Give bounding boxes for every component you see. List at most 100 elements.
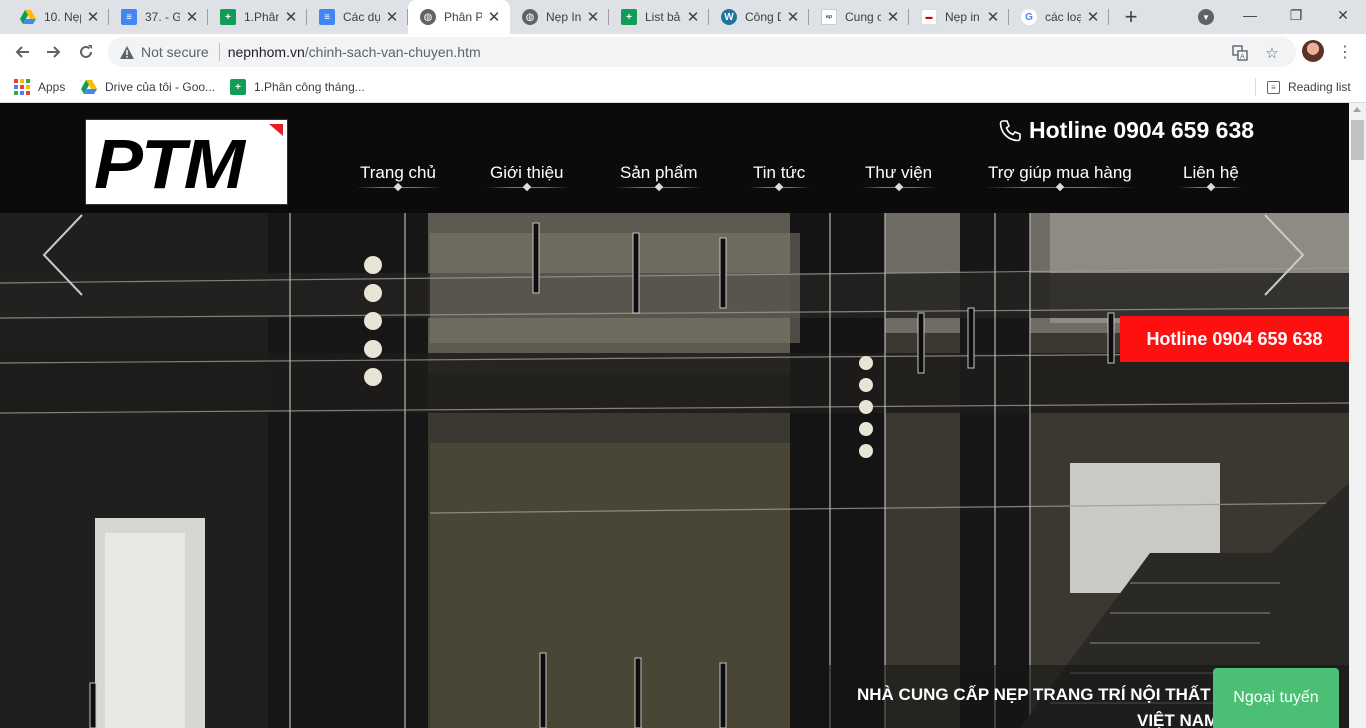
browser-tab[interactable]: ▬ Nẹp in ✕ (909, 0, 1009, 34)
close-tab-icon[interactable]: ✕ (384, 9, 400, 26)
minimize-button[interactable]: — (1227, 0, 1273, 30)
hotline-text: Hotline 0904 659 638 (1029, 117, 1255, 143)
browser-tab[interactable]: W Công D ✕ (709, 0, 809, 34)
nav-item-help[interactable]: Trợ giúp mua hàng (984, 163, 1136, 192)
translate-icon[interactable]: A (1231, 44, 1249, 62)
browser-tab[interactable]: ᵃᵖ Cung c ✕ (809, 0, 909, 34)
close-tab-icon[interactable]: ✕ (283, 9, 299, 26)
nav-label: Tin tức (753, 163, 806, 182)
close-tab-icon[interactable]: ✕ (1085, 9, 1101, 26)
apps-grid-icon (14, 79, 30, 95)
site-header: PTM Hotline 0904 659 638 Trang chủ Giới … (0, 103, 1349, 213)
browser-tab[interactable]: ≡ 37. - G ✕ (109, 0, 208, 34)
tab-title: 1.Phân (244, 10, 279, 24)
scrollbar-thumb[interactable] (1351, 120, 1364, 160)
browser-tab[interactable]: ◍ Nẹp In ✕ (510, 0, 609, 34)
main-nav: Trang chủ Giới thiệu Sản phẩm Tin tức Th… (0, 163, 1349, 193)
scroll-up-icon[interactable] (1353, 107, 1361, 112)
close-tab-icon[interactable]: ✕ (85, 9, 101, 26)
nav-item-news[interactable]: Tin tức (749, 163, 810, 192)
reload-button[interactable] (72, 38, 100, 66)
arrow-right-icon (47, 46, 61, 58)
site-icon: ᵃᵖ (821, 9, 837, 25)
google-icon: G (1021, 9, 1037, 25)
close-tab-icon[interactable]: ✕ (486, 9, 502, 26)
reading-list-icon: ≡ (1267, 80, 1280, 94)
reload-icon (80, 45, 92, 58)
hero-caption-line1: NHÀ CUNG CẤP NẸP TRANG TRÍ NỘI THẤT SỐ (857, 685, 1240, 704)
globe-icon: ◍ (420, 9, 436, 25)
bookmark-label: Apps (38, 80, 66, 94)
nav-item-about[interactable]: Giới thiệu (486, 163, 568, 192)
security-label[interactable]: Not secure (141, 44, 209, 60)
bookmark-star-icon[interactable]: ☆ (1263, 44, 1281, 62)
browser-tab[interactable]: + 1.Phân ✕ (208, 0, 307, 34)
nav-item-products[interactable]: Sản phẩm (616, 163, 702, 192)
floating-hotline-badge[interactable]: Hotline 0904 659 638 (1120, 316, 1349, 362)
tab-title: Công D (745, 10, 781, 24)
browser-tab[interactable]: ≡ Các dự ✕ (307, 0, 408, 34)
header-hotline[interactable]: Hotline 0904 659 638 (997, 117, 1254, 144)
url-path: /chinh-sach-van-chuyen.htm (304, 44, 481, 60)
google-drive-icon (20, 9, 36, 25)
reading-list-button[interactable]: ≡ Reading list (1267, 76, 1351, 98)
tab-title: Cung c (845, 10, 881, 24)
url-text[interactable]: nepnhom.vn/chinh-sach-van-chuyen.htm (228, 44, 481, 60)
close-tab-icon[interactable]: ✕ (685, 9, 701, 26)
globe-icon: ◍ (522, 9, 538, 25)
close-tab-icon[interactable]: ✕ (885, 9, 901, 26)
bookmark-label: Drive của tôi - Goo... (105, 80, 216, 94)
address-bar[interactable]: Not secure nepnhom.vn/chinh-sach-van-chu… (108, 37, 1296, 67)
close-tab-icon[interactable]: ✕ (585, 9, 601, 26)
forward-button[interactable] (40, 38, 68, 66)
google-docs-icon: ≡ (319, 9, 335, 25)
hero-image (0, 213, 1349, 728)
site-icon: ▬ (921, 9, 937, 25)
more-menu-icon[interactable]: ⋮ (1337, 41, 1353, 63)
page-scrollbar[interactable] (1349, 103, 1366, 728)
profile-avatar[interactable] (1302, 40, 1324, 62)
nav-item-contact[interactable]: Liên hệ (1179, 163, 1243, 192)
nav-item-library[interactable]: Thư viện (861, 163, 937, 192)
hero-caption-line2: VIỆT NAM (1137, 711, 1219, 728)
slider-next-icon[interactable] (1263, 213, 1307, 297)
google-drive-icon (81, 79, 97, 95)
warning-icon[interactable] (119, 44, 135, 60)
nav-item-home[interactable]: Trang chủ (356, 163, 440, 192)
close-window-button[interactable]: ✕ (1320, 0, 1366, 30)
url-host: nepnhom.vn (227, 44, 305, 60)
google-sheets-icon: + (621, 9, 637, 25)
tab-title: Nẹp In (546, 10, 581, 24)
bookmark-apps[interactable]: Apps (14, 76, 65, 98)
google-sheets-icon: + (230, 79, 246, 95)
tab-title: 10. Nẹp (44, 10, 81, 24)
nav-label: Trợ giúp mua hàng (988, 163, 1132, 182)
web-page: PTM Hotline 0904 659 638 Trang chủ Giới … (0, 103, 1349, 728)
nav-label: Liên hệ (1183, 163, 1239, 182)
bookmark-sheet[interactable]: + 1.Phân công tháng... (230, 76, 365, 98)
browser-tab-active[interactable]: ◍ Phân P ✕ (408, 0, 510, 34)
reading-list-label: Reading list (1288, 80, 1351, 94)
nav-label: Thư viện (865, 163, 933, 182)
back-button[interactable] (8, 38, 36, 66)
logo-swoosh-icon (269, 124, 283, 136)
browser-tab[interactable]: 10. Nẹp ✕ (8, 0, 109, 34)
browser-tab[interactable]: G các loạ ✕ (1009, 0, 1109, 34)
live-chat-button[interactable]: Ngoại tuyến (1213, 668, 1339, 728)
close-tab-icon[interactable]: ✕ (184, 9, 200, 26)
nav-label: Sản phẩm (620, 163, 698, 182)
bookmark-drive[interactable]: Drive của tôi - Goo... (81, 76, 215, 98)
close-tab-icon[interactable]: ✕ (985, 9, 1001, 26)
slider-prev-icon[interactable] (40, 213, 84, 297)
new-tab-button[interactable]: + (1119, 4, 1143, 29)
tab-title: Phân P (444, 10, 482, 24)
close-tab-icon[interactable]: ✕ (785, 9, 801, 26)
browser-tab[interactable]: + List bả ✕ (609, 0, 709, 34)
maximize-button[interactable]: ❐ (1273, 0, 1319, 30)
nav-label: Trang chủ (360, 163, 436, 182)
bookmark-label: 1.Phân công tháng... (254, 80, 365, 94)
phone-icon (997, 118, 1023, 144)
tab-search-icon[interactable]: ▼ (1198, 9, 1214, 25)
arrow-left-icon (15, 46, 29, 58)
hero-slider[interactable] (0, 213, 1349, 728)
